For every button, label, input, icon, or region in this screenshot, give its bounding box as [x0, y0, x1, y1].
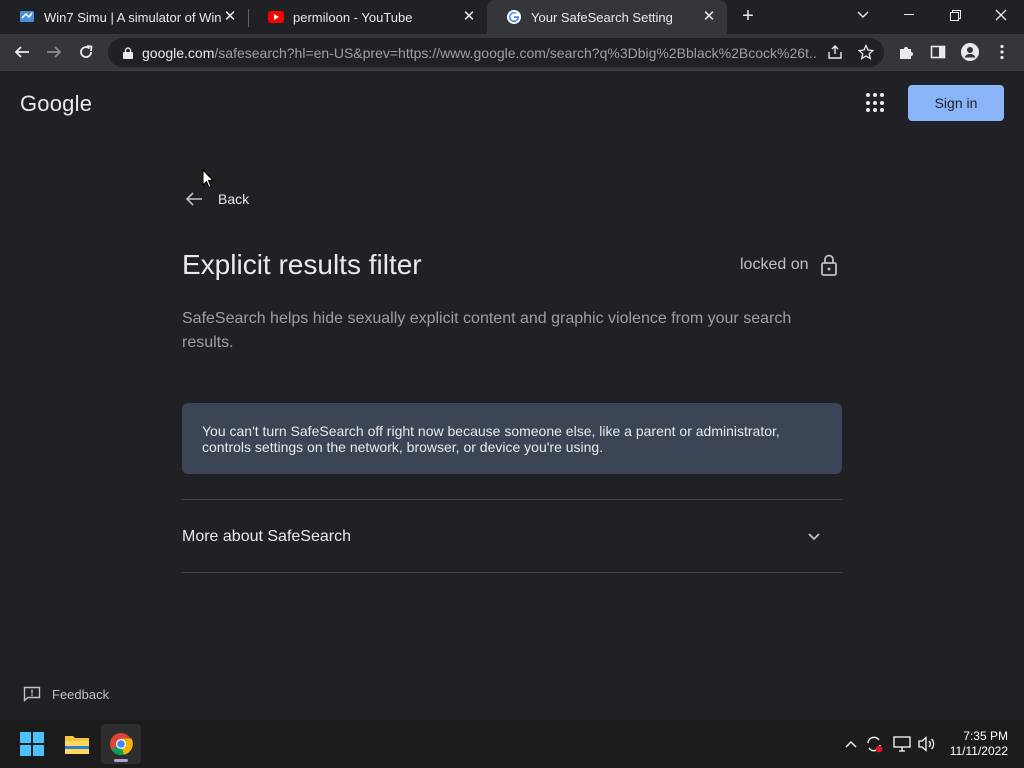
close-tab-icon[interactable]: ✕	[701, 9, 717, 25]
taskbar: 7:35 PM 11/11/2022	[0, 720, 1024, 768]
forward-nav-button[interactable]	[40, 38, 68, 66]
clock-time: 7:35 PM	[963, 729, 1008, 743]
feedback-label: Feedback	[52, 686, 110, 702]
page-title: Explicit results filter	[182, 249, 422, 280]
new-tab-button[interactable]: +	[736, 5, 760, 29]
apps-grid-icon[interactable]	[866, 93, 886, 113]
feedback-link[interactable]: Feedback	[22, 685, 109, 703]
file-explorer-icon	[65, 736, 89, 754]
mouse-cursor-icon	[202, 169, 214, 189]
url-path: /safesearch?hl=en-US&prev=https://www.go…	[214, 44, 818, 61]
google-icon	[506, 9, 522, 25]
lock-icon[interactable]	[120, 46, 136, 59]
tab-strip: Win7 Simu | A simulator of Wind ✕ permil…	[0, 0, 1024, 34]
profile-icon	[961, 43, 979, 61]
page-content: Google Sign in Back Explicit results fil…	[0, 71, 1024, 720]
minimize-button[interactable]	[886, 0, 932, 30]
google-logo[interactable]: Google	[20, 91, 92, 117]
back-label: Back	[218, 191, 250, 207]
close-tab-icon[interactable]: ✕	[222, 9, 238, 25]
tab-safesearch[interactable]: Your SafeSearch Setting ✕	[487, 0, 727, 34]
reload-button[interactable]	[72, 38, 100, 66]
chevron-down-icon	[802, 525, 826, 549]
page-description: SafeSearch helps hide sexually explicit …	[182, 310, 792, 351]
feedback-icon	[22, 685, 42, 703]
profile-button[interactable]	[956, 38, 984, 66]
back-nav-button[interactable]	[8, 38, 36, 66]
lock-status-label: locked on	[740, 256, 809, 273]
divider	[182, 572, 842, 573]
share-icon[interactable]	[824, 41, 846, 63]
browser-toolbar: google.com/safesearch?hl=en-US&prev=http…	[0, 34, 1024, 71]
arrow-right-icon	[47, 46, 62, 58]
sync-icon[interactable]	[864, 734, 884, 754]
tab-win7-simu[interactable]: Win7 Simu | A simulator of Wind ✕	[0, 0, 248, 34]
url-host: google.com	[142, 44, 215, 61]
arrow-left-icon	[14, 46, 29, 58]
menu-button[interactable]	[988, 38, 1016, 66]
side-panel-button[interactable]	[924, 38, 952, 66]
youtube-icon	[268, 9, 284, 25]
close-tab-icon[interactable]: ✕	[461, 9, 477, 25]
tab-title: Your SafeSearch Setting	[531, 9, 673, 25]
network-icon[interactable]	[892, 734, 912, 754]
close-window-button[interactable]	[978, 0, 1024, 30]
puzzle-icon	[900, 47, 913, 59]
url-text[interactable]: google.com/safesearch?hl=en-US&prev=http…	[142, 45, 818, 61]
lock-status: locked on	[740, 253, 839, 277]
tab-title: permiloon - YouTube	[293, 9, 413, 25]
chrome-button[interactable]	[101, 724, 141, 764]
file-explorer-button[interactable]	[57, 724, 97, 764]
kebab-menu-icon	[1000, 44, 1004, 60]
restore-button[interactable]	[932, 0, 978, 30]
start-button[interactable]	[12, 724, 52, 764]
reload-icon	[80, 45, 93, 58]
arrow-left-icon	[182, 187, 206, 211]
chevron-down-icon	[857, 11, 869, 18]
taskbar-clock[interactable]: 7:35 PM 11/11/2022	[944, 729, 1008, 759]
clock-date: 11/11/2022	[949, 744, 1008, 758]
address-bar[interactable]: google.com/safesearch?hl=en-US&prev=http…	[108, 38, 884, 67]
more-about-safesearch-expander[interactable]: More about SafeSearch	[182, 500, 842, 573]
chrome-icon	[110, 733, 133, 756]
tab-youtube[interactable]: permiloon - YouTube ✕	[249, 0, 487, 34]
locked-notice: You can't turn SafeSearch off right now …	[182, 403, 842, 474]
sign-in-button[interactable]: Sign in	[908, 85, 1004, 121]
extensions-button[interactable]	[892, 38, 920, 66]
back-link[interactable]: Back	[182, 187, 249, 211]
active-app-indicator	[114, 759, 128, 762]
tab-search-button[interactable]	[840, 0, 886, 30]
chevron-up-icon[interactable]	[841, 734, 861, 754]
start-icon	[20, 732, 44, 756]
more-about-label: More about SafeSearch	[182, 527, 351, 545]
win7-simu-icon	[19, 9, 35, 25]
tab-title: Win7 Simu | A simulator of Wind	[44, 9, 222, 25]
bookmark-star-icon[interactable]	[855, 41, 877, 63]
side-panel-icon	[930, 45, 946, 59]
padlock-icon	[819, 253, 839, 277]
volume-icon[interactable]	[917, 734, 937, 754]
